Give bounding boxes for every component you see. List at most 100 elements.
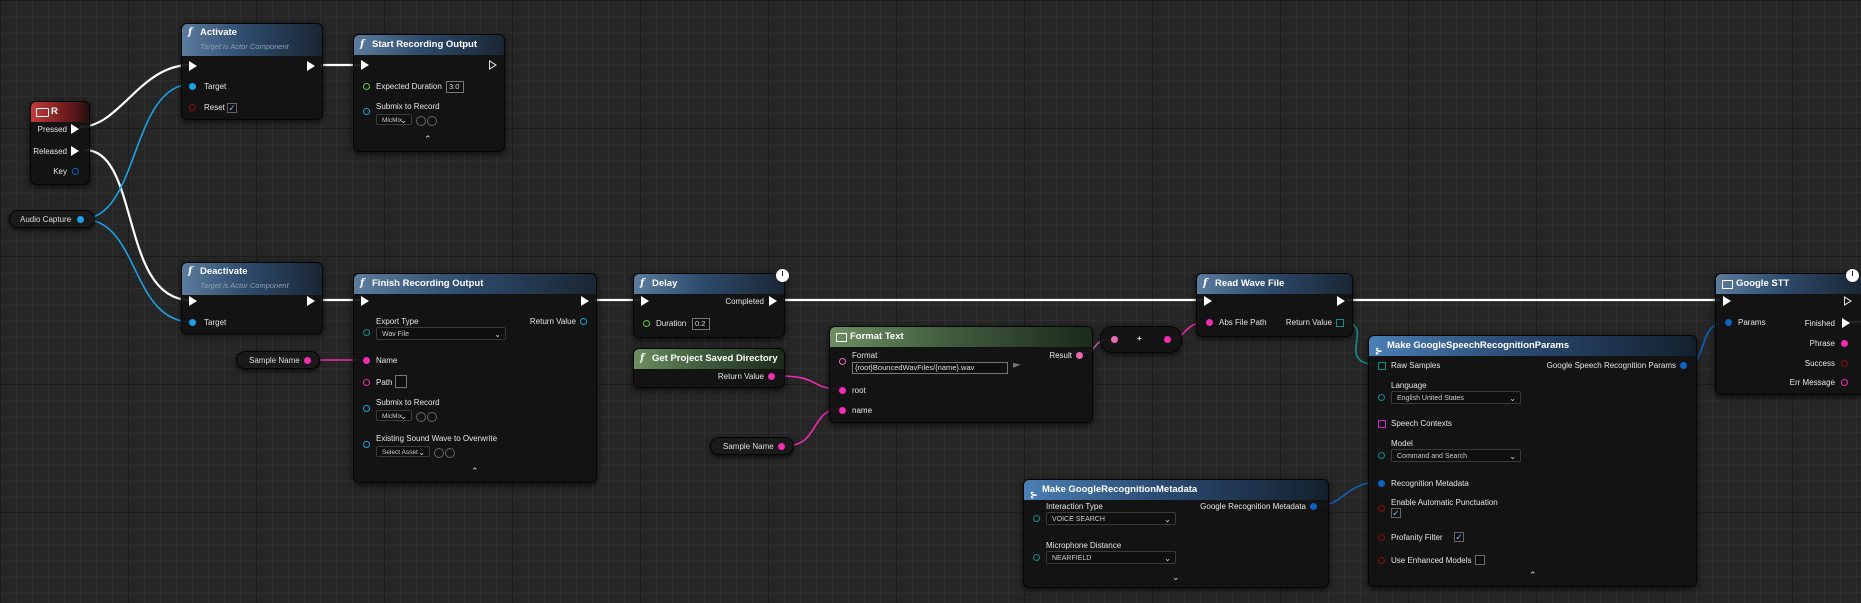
use-asset-icon[interactable] [434, 448, 444, 458]
output-pin[interactable] [1164, 336, 1171, 343]
audio-capture-variable[interactable]: Audio Capture [9, 210, 95, 228]
return-value-pin[interactable] [768, 373, 775, 380]
language-pin[interactable] [1378, 394, 1385, 401]
exec-in-pin[interactable] [361, 60, 369, 70]
exec-in-pin[interactable] [189, 296, 197, 306]
existing-wave-pin[interactable] [363, 441, 370, 448]
submix-select[interactable]: MicMix ⌄ [376, 114, 412, 125]
exec-in-pin[interactable] [641, 296, 649, 306]
input-pin[interactable] [1111, 336, 1118, 343]
completed-exec-pin[interactable] [769, 296, 777, 306]
expand-chevron-icon[interactable]: ⌄ [1172, 572, 1180, 583]
microphone-distance-pin[interactable] [1033, 554, 1040, 561]
append-node[interactable]: + [1100, 326, 1182, 353]
reset-checkbox[interactable]: ✓ [227, 103, 237, 113]
language-select[interactable]: English United States ⌄ [1391, 391, 1521, 404]
duration-input[interactable]: 0.2 [692, 318, 710, 330]
duration-pin[interactable] [643, 320, 650, 327]
collapse-chevron-icon[interactable]: ⌃ [1529, 570, 1537, 581]
path-pin[interactable] [363, 379, 370, 386]
use-asset-icon[interactable] [416, 412, 426, 422]
finish-recording-output-node[interactable]: f Finish Recording Output Export Type Wav… [353, 273, 597, 483]
exec-out-pin[interactable] [1844, 296, 1852, 306]
recognition-metadata-pin[interactable] [1378, 480, 1385, 487]
result-pin[interactable] [1076, 352, 1083, 359]
model-pin[interactable] [1378, 452, 1385, 459]
format-input[interactable]: {root}BouncedWavFiles/{name}.wav [852, 362, 1008, 374]
submix-pin[interactable] [363, 405, 370, 412]
audio-capture-out-pin[interactable] [77, 216, 84, 223]
finished-exec-pin[interactable] [1842, 318, 1850, 328]
sample-name-variable[interactable]: Sample Name [710, 437, 794, 455]
activate-node[interactable]: f Activate Target is Actor Component Targe… [181, 23, 323, 120]
punctuation-pin[interactable] [1378, 505, 1385, 512]
delay-node[interactable]: f Delay Completed Duration 0.2 [633, 268, 790, 338]
make-google-speech-recognition-params-node[interactable]: ⊱ Make GoogleSpeechRecognitionParams Raw … [1368, 335, 1697, 587]
make-google-recognition-metadata-node[interactable]: ⊱ Make GoogleRecognitionMetadata Interact… [1023, 479, 1329, 588]
export-type-pin[interactable] [363, 329, 370, 336]
abs-file-path-pin[interactable] [1206, 319, 1213, 326]
r-key-event-node[interactable]: R Pressed Released Key [30, 101, 90, 185]
reset-pin[interactable] [189, 104, 196, 111]
interaction-type-select[interactable]: VOICE SEARCH ⌄ [1046, 512, 1176, 525]
params-pin[interactable] [1725, 319, 1732, 326]
existing-wave-select[interactable]: Select Asset ⌄ [376, 446, 430, 457]
start-recording-output-node[interactable]: f Start Recording Output Expected Duratio… [353, 34, 505, 152]
exec-in-pin[interactable] [361, 296, 369, 306]
return-value-pin[interactable] [580, 318, 587, 325]
punctuation-checkbox[interactable]: ✓ [1391, 508, 1401, 518]
profanity-checkbox[interactable]: ✓ [1454, 532, 1464, 542]
use-asset-icon[interactable] [416, 116, 426, 126]
pressed-exec-pin[interactable] [71, 124, 79, 134]
array-pin[interactable] [1336, 319, 1344, 327]
expected-duration-input[interactable]: 3.0 [446, 81, 464, 93]
submix-select[interactable]: MicMix ⌄ [376, 410, 412, 421]
google-stt-node[interactable]: Google STT Params Finished Phrase Succes… [1715, 268, 1861, 395]
phrase-pin[interactable] [1841, 340, 1848, 347]
expected-duration-pin[interactable] [363, 83, 370, 90]
model-select[interactable]: Command and Search ⌄ [1391, 449, 1521, 462]
sample-name-out-pin[interactable] [304, 357, 311, 364]
speech-contexts-pin[interactable] [1378, 420, 1386, 428]
profanity-pin[interactable] [1378, 534, 1385, 541]
enhanced-pin[interactable] [1378, 557, 1385, 564]
microphone-distance-select[interactable]: NEARFIELD ⌄ [1046, 551, 1176, 564]
exec-out-pin[interactable] [489, 60, 497, 70]
submix-pin[interactable] [363, 108, 370, 115]
exec-out-pin[interactable] [581, 296, 589, 306]
read-wave-file-node[interactable]: f Read Wave File Abs File Path Return Val… [1196, 273, 1353, 337]
key-pin[interactable] [72, 168, 79, 175]
enhanced-checkbox[interactable] [1475, 555, 1485, 565]
success-pin[interactable] [1841, 360, 1848, 367]
exec-out-pin[interactable] [307, 296, 315, 306]
format-text-node[interactable]: Format Text Format {root}BouncedWavFiles… [829, 326, 1093, 423]
exec-out-pin[interactable] [307, 61, 315, 71]
get-project-saved-directory-node[interactable]: f Get Project Saved Directory Return Valu… [633, 348, 785, 388]
root-pin[interactable] [839, 387, 846, 394]
metadata-output-pin[interactable] [1310, 503, 1317, 510]
err-message-pin[interactable] [1841, 379, 1848, 386]
exec-in-pin[interactable] [189, 61, 197, 71]
name-pin[interactable] [839, 407, 846, 414]
path-input[interactable] [395, 375, 407, 388]
browse-icon[interactable] [445, 448, 455, 458]
raw-samples-pin[interactable] [1378, 362, 1386, 370]
sample-name-out-pin[interactable] [778, 443, 785, 450]
deactivate-node[interactable]: f Deactivate Target is Actor Component Tar… [181, 262, 323, 334]
format-pin[interactable] [839, 358, 846, 365]
collapse-chevron-icon[interactable]: ⌃ [471, 466, 479, 477]
released-exec-pin[interactable] [71, 146, 79, 156]
export-type-select[interactable]: Wav File ⌄ [376, 327, 506, 340]
target-pin[interactable] [189, 319, 196, 326]
collapse-chevron-icon[interactable]: ⌃ [424, 134, 432, 145]
exec-in-pin[interactable] [1723, 296, 1731, 306]
flag-icon[interactable] [1013, 363, 1021, 368]
params-output-pin[interactable] [1680, 362, 1687, 369]
browse-icon[interactable] [427, 412, 437, 422]
target-pin[interactable] [189, 83, 196, 90]
exec-out-pin[interactable] [1337, 296, 1345, 306]
browse-icon[interactable] [427, 116, 437, 126]
exec-in-pin[interactable] [1204, 296, 1212, 306]
name-pin[interactable] [363, 357, 370, 364]
interaction-type-pin[interactable] [1033, 515, 1040, 522]
